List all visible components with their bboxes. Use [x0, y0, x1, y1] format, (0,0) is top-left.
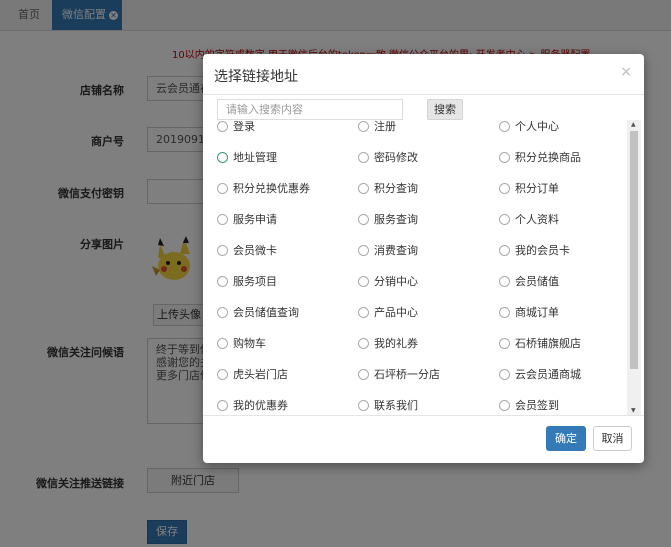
- radio-button[interactable]: [358, 400, 369, 411]
- link-option-list: 登录 注册 个人中心地址管理 密码修改 积分兑换商品积分兑换优惠券 积分查询 积分订单服务申…: [203, 120, 628, 415]
- link-option-label: 会员微卡: [233, 244, 277, 257]
- link-option-label: 密码修改: [374, 151, 418, 164]
- modal-title: 选择链接地址: [214, 69, 298, 85]
- modal-divider: [203, 94, 644, 95]
- link-option-label: 石桥铺旗舰店: [515, 337, 581, 350]
- search-input[interactable]: 请输入搜索内容: [217, 99, 403, 120]
- link-option-label: 我的礼券: [374, 337, 418, 350]
- link-select-modal: 选择链接地址 × 请输入搜索内容 搜索 登录 注册 个人中心 地址管理 密码修改 积分兑换…: [203, 54, 644, 463]
- link-option-label: 登录: [233, 120, 255, 133]
- link-option-label: 我的会员卡: [515, 244, 570, 257]
- link-option-label: 消费查询: [374, 244, 418, 257]
- radio-button[interactable]: [358, 369, 369, 380]
- confirm-button[interactable]: 确定: [546, 426, 586, 451]
- radio-button[interactable]: [358, 338, 369, 349]
- radio-button[interactable]: [358, 307, 369, 318]
- radio-button[interactable]: [217, 245, 228, 256]
- radio-button[interactable]: [358, 152, 369, 163]
- triangle-down-icon[interactable]: ▼: [631, 407, 636, 414]
- link-option-label: 个人资料: [515, 213, 559, 226]
- link-option-label: 积分订单: [515, 182, 559, 195]
- radio-button[interactable]: [358, 245, 369, 256]
- scrollbar-thumb[interactable]: [630, 131, 638, 369]
- radio-button[interactable]: [358, 121, 369, 132]
- link-option-label: 积分兑换商品: [515, 151, 581, 164]
- list-scrollbar[interactable]: ▲ ▼: [627, 120, 641, 415]
- link-option-label: 积分兑换优惠券: [233, 182, 310, 195]
- cancel-button[interactable]: 取消: [593, 426, 632, 451]
- link-option-label: 我的优惠券: [233, 399, 288, 412]
- modal-divider: [203, 415, 644, 416]
- link-option-label: 分销中心: [374, 275, 418, 288]
- radio-button[interactable]: [217, 152, 228, 163]
- radio-button[interactable]: [499, 307, 510, 318]
- radio-button[interactable]: [499, 369, 510, 380]
- link-option-label: 个人中心: [515, 120, 559, 133]
- link-option-label: 注册: [374, 120, 396, 133]
- radio-button[interactable]: [499, 276, 510, 287]
- radio-button[interactable]: [217, 338, 228, 349]
- link-option-label: 地址管理: [233, 151, 277, 164]
- link-option-label: 服务申请: [233, 213, 277, 226]
- radio-button[interactable]: [217, 369, 228, 380]
- radio-button[interactable]: [217, 307, 228, 318]
- link-option-label: 积分查询: [374, 182, 418, 195]
- link-option-label: 联系我们: [374, 399, 418, 412]
- radio-button[interactable]: [499, 245, 510, 256]
- link-option-label: 会员签到: [515, 399, 559, 412]
- link-option-label: 会员储值查询: [233, 306, 299, 319]
- radio-button[interactable]: [499, 214, 510, 225]
- radio-button[interactable]: [358, 183, 369, 194]
- radio-button[interactable]: [217, 183, 228, 194]
- radio-button[interactable]: [217, 121, 228, 132]
- radio-button[interactable]: [499, 183, 510, 194]
- link-option-label: 服务项目: [233, 275, 277, 288]
- link-option-label: 产品中心: [374, 306, 418, 319]
- link-option-label: 商城订单: [515, 306, 559, 319]
- link-option-label: 购物车: [233, 337, 266, 350]
- search-button[interactable]: 搜索: [427, 99, 463, 120]
- radio-button[interactable]: [358, 214, 369, 225]
- radio-button[interactable]: [499, 400, 510, 411]
- link-option-label: 石坪桥一分店: [374, 368, 440, 381]
- radio-button[interactable]: [499, 338, 510, 349]
- link-option-label: 会员储值: [515, 275, 559, 288]
- radio-button[interactable]: [358, 276, 369, 287]
- close-icon[interactable]: ×: [620, 64, 632, 80]
- link-option-label: 服务查询: [374, 213, 418, 226]
- link-option-label: 云会员通商城: [515, 368, 581, 381]
- radio-button[interactable]: [217, 276, 228, 287]
- triangle-up-icon[interactable]: ▲: [631, 121, 636, 128]
- radio-button[interactable]: [499, 152, 510, 163]
- radio-button[interactable]: [499, 121, 510, 132]
- radio-button[interactable]: [217, 214, 228, 225]
- link-option-label: 虎头岩门店: [233, 368, 288, 381]
- radio-button[interactable]: [217, 400, 228, 411]
